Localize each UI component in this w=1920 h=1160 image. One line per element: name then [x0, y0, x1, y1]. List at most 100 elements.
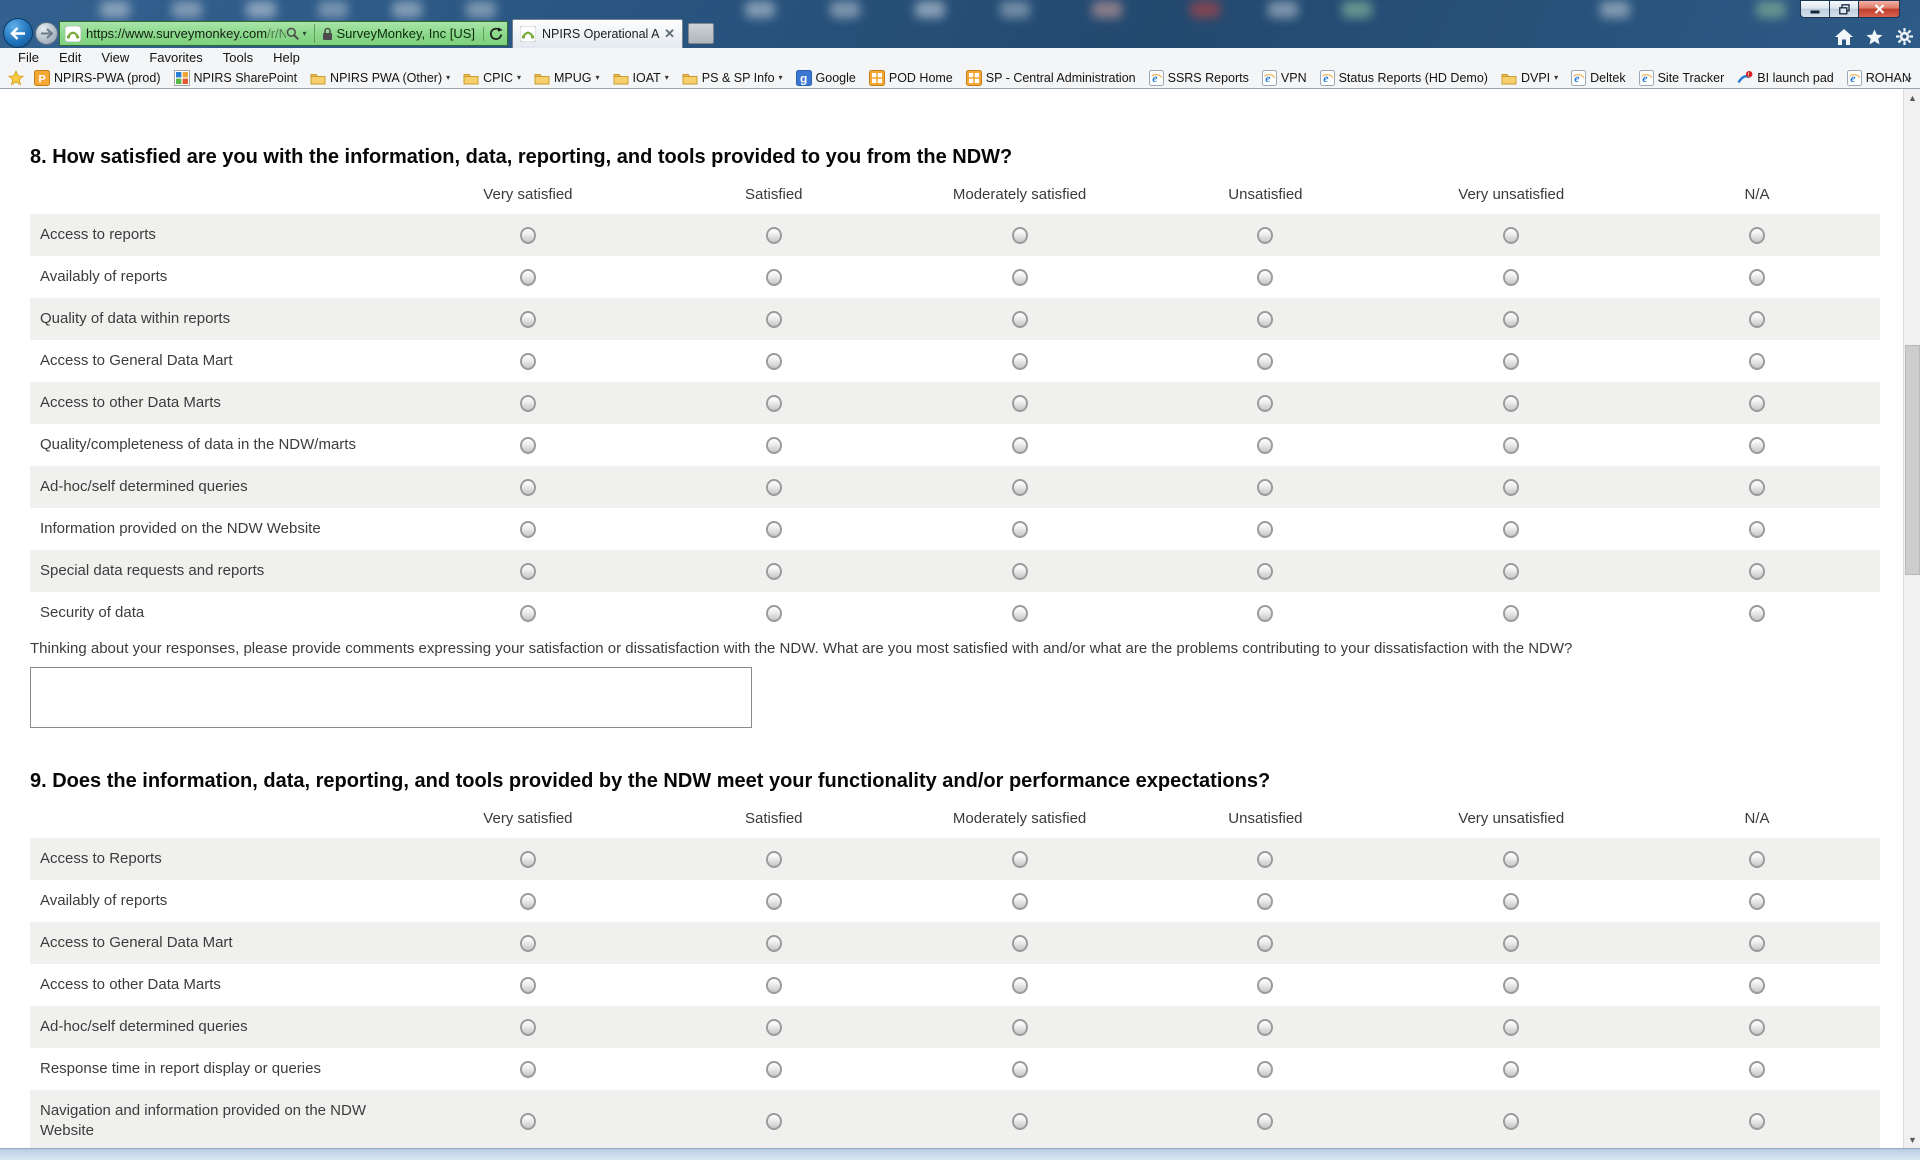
radio-button[interactable]	[766, 269, 782, 286]
radio-button[interactable]	[766, 353, 782, 370]
radio-button[interactable]	[1257, 479, 1273, 496]
radio-button[interactable]	[1012, 851, 1028, 868]
radio-button[interactable]	[520, 605, 536, 622]
radio-button[interactable]	[1503, 479, 1519, 496]
radio-button[interactable]	[1749, 395, 1765, 412]
radio-button[interactable]	[1257, 353, 1273, 370]
radio-button[interactable]	[520, 395, 536, 412]
radio-button[interactable]	[1257, 851, 1273, 868]
favorite-ioat[interactable]: IOAT▾	[613, 71, 669, 85]
radio-button[interactable]	[1012, 563, 1028, 580]
radio-button[interactable]	[1257, 1113, 1273, 1130]
radio-button[interactable]	[520, 311, 536, 328]
favorite-deltek[interactable]: eDeltek	[1571, 70, 1625, 86]
radio-button[interactable]	[766, 1061, 782, 1078]
radio-button[interactable]	[766, 851, 782, 868]
favorite-vpn[interactable]: eVPN	[1262, 70, 1307, 86]
radio-button[interactable]	[1749, 311, 1765, 328]
radio-button[interactable]	[1749, 851, 1765, 868]
radio-button[interactable]	[1257, 605, 1273, 622]
radio-button[interactable]	[1257, 311, 1273, 328]
menu-item-file[interactable]: File	[8, 50, 49, 65]
address-bar[interactable]: https://www.surveymonkey.com/r/NV22FLL ▾…	[59, 21, 508, 46]
radio-button[interactable]	[1257, 437, 1273, 454]
favorites-button[interactable]	[1866, 29, 1883, 45]
radio-button[interactable]	[1749, 605, 1765, 622]
radio-button[interactable]	[1012, 521, 1028, 538]
menu-item-favorites[interactable]: Favorites	[139, 50, 212, 65]
home-button[interactable]	[1835, 29, 1853, 45]
ev-certificate-label[interactable]: SurveyMonkey, Inc [US]	[337, 26, 475, 41]
radio-button[interactable]	[766, 479, 782, 496]
radio-button[interactable]	[1503, 1019, 1519, 1036]
radio-button[interactable]	[1012, 935, 1028, 952]
radio-button[interactable]	[1749, 977, 1765, 994]
radio-button[interactable]	[520, 521, 536, 538]
radio-button[interactable]	[520, 437, 536, 454]
radio-button[interactable]	[520, 563, 536, 580]
radio-button[interactable]	[520, 851, 536, 868]
favorite-npirs-pwa-other[interactable]: NPIRS PWA (Other)▾	[310, 71, 450, 85]
menu-item-edit[interactable]: Edit	[49, 50, 91, 65]
radio-button[interactable]	[1503, 269, 1519, 286]
radio-button[interactable]	[1749, 479, 1765, 496]
radio-button[interactable]	[1012, 1061, 1028, 1078]
favorite-rohan[interactable]: eROHAN	[1847, 70, 1911, 86]
radio-button[interactable]	[1503, 851, 1519, 868]
radio-button[interactable]	[1503, 605, 1519, 622]
radio-button[interactable]	[1012, 395, 1028, 412]
favorite-cpic[interactable]: CPIC▾	[463, 71, 521, 85]
radio-button[interactable]	[1749, 1061, 1765, 1078]
search-icon[interactable]	[286, 27, 299, 40]
radio-button[interactable]	[1012, 605, 1028, 622]
radio-button[interactable]	[766, 437, 782, 454]
radio-button[interactable]	[1503, 521, 1519, 538]
favorite-sp-central-administration[interactable]: SP - Central Administration	[966, 70, 1136, 86]
favorite-pod-home[interactable]: POD Home	[869, 70, 953, 86]
radio-button[interactable]	[1257, 1061, 1273, 1078]
browser-tab[interactable]: NPIRS Operational Analysis ... ✕	[512, 19, 683, 48]
radio-button[interactable]	[766, 563, 782, 580]
radio-button[interactable]	[766, 521, 782, 538]
radio-button[interactable]	[1012, 353, 1028, 370]
radio-button[interactable]	[1503, 977, 1519, 994]
restore-button[interactable]	[1829, 0, 1859, 18]
favorite-mpug[interactable]: MPUG▾	[534, 71, 600, 85]
radio-button[interactable]	[1257, 227, 1273, 244]
favorite-site-tracker[interactable]: eSite Tracker	[1639, 70, 1725, 86]
forward-button[interactable]	[35, 22, 58, 45]
radio-button[interactable]	[1503, 437, 1519, 454]
radio-button[interactable]	[1257, 893, 1273, 910]
radio-button[interactable]	[1012, 893, 1028, 910]
radio-button[interactable]	[1503, 1113, 1519, 1130]
radio-button[interactable]	[1749, 1113, 1765, 1130]
radio-button[interactable]	[520, 269, 536, 286]
radio-button[interactable]	[520, 935, 536, 952]
url-text[interactable]: https://www.surveymonkey.com/r/NV22FLL	[86, 26, 286, 41]
radio-button[interactable]	[1749, 437, 1765, 454]
menu-item-view[interactable]: View	[91, 50, 139, 65]
radio-button[interactable]	[520, 1113, 536, 1130]
tools-button[interactable]	[1896, 28, 1913, 45]
radio-button[interactable]	[766, 605, 782, 622]
radio-button[interactable]	[1257, 935, 1273, 952]
favorite-npirs-pwa-prod[interactable]: PNPIRS-PWA (prod)	[34, 70, 161, 86]
favorite-google[interactable]: gGoogle	[796, 70, 856, 86]
radio-button[interactable]	[520, 977, 536, 994]
radio-button[interactable]	[1012, 269, 1028, 286]
menu-item-tools[interactable]: Tools	[213, 50, 263, 65]
radio-button[interactable]	[766, 227, 782, 244]
radio-button[interactable]	[1257, 395, 1273, 412]
scroll-down-button[interactable]: ▼	[1904, 1131, 1920, 1148]
radio-button[interactable]	[1503, 395, 1519, 412]
radio-button[interactable]	[520, 227, 536, 244]
radio-button[interactable]	[1257, 563, 1273, 580]
menu-item-help[interactable]: Help	[263, 50, 310, 65]
radio-button[interactable]	[1257, 521, 1273, 538]
radio-button[interactable]	[1749, 269, 1765, 286]
new-tab-button[interactable]	[688, 23, 714, 44]
favorite-npirs-sharepoint[interactable]: NPIRS SharePoint	[174, 70, 298, 86]
favorite-ps-sp-info[interactable]: PS & SP Info▾	[682, 71, 783, 85]
radio-button[interactable]	[766, 311, 782, 328]
radio-button[interactable]	[1503, 563, 1519, 580]
